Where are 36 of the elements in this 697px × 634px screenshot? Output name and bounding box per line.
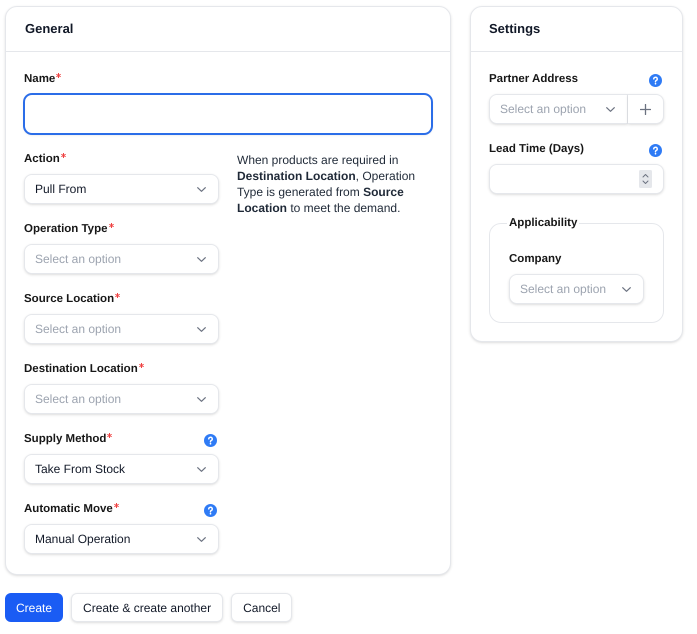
field-label: Name bbox=[24, 72, 56, 88]
card-title: Settings bbox=[489, 20, 540, 38]
action-button[interactable]: Cancel bbox=[231, 593, 292, 622]
chevron-down-icon bbox=[197, 396, 206, 402]
chevron-down-icon bbox=[606, 106, 615, 112]
group-title: Applicability bbox=[508, 216, 578, 231]
select-field[interactable]: Pull From bbox=[24, 174, 219, 204]
action-button[interactable]: Create & create another bbox=[71, 593, 224, 622]
chevron-down-icon bbox=[197, 536, 206, 542]
field-label: Lead Time (Days) bbox=[489, 142, 584, 158]
help-icon[interactable] bbox=[649, 144, 662, 156]
chevron-down-icon bbox=[622, 286, 631, 292]
field-label: Action bbox=[24, 152, 60, 168]
stepper-icon[interactable] bbox=[639, 170, 652, 188]
help-icon[interactable] bbox=[649, 74, 662, 86]
field-label: Partner Address bbox=[489, 72, 578, 88]
field-label: Source Location bbox=[24, 292, 114, 308]
card-title: General bbox=[25, 20, 74, 38]
field-label: Company bbox=[509, 252, 562, 268]
field-label: Operation Type bbox=[24, 222, 108, 238]
chevron-down-icon bbox=[197, 326, 206, 332]
help-icon[interactable] bbox=[204, 434, 217, 446]
help-text: When products are required in Destination Location, Operation Type is generated from Source Location to meet the demand. bbox=[237, 152, 416, 217]
field-label: Destination Location bbox=[24, 362, 138, 378]
number-input[interactable] bbox=[489, 164, 664, 194]
chevron-down-icon bbox=[197, 466, 206, 472]
field-label: Automatic Move bbox=[24, 502, 113, 518]
create-button[interactable]: Create bbox=[5, 593, 64, 622]
help-icon[interactable] bbox=[204, 504, 217, 516]
select-field[interactable]: Manual Operation bbox=[24, 524, 219, 554]
chevron-down-icon bbox=[197, 186, 206, 192]
plus-icon bbox=[640, 104, 651, 114]
chevron-down-icon bbox=[197, 256, 206, 262]
field-label: Supply Method bbox=[24, 432, 106, 448]
text-input[interactable] bbox=[24, 94, 432, 134]
select-field[interactable]: Take From Stock bbox=[24, 454, 219, 484]
